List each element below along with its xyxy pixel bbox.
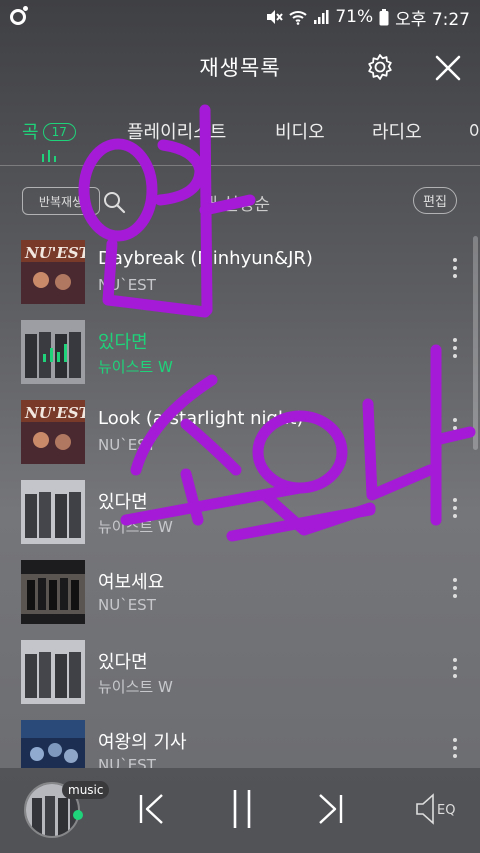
music-tag: music [62, 781, 110, 799]
tab-radio[interactable]: 라디오 [372, 118, 422, 144]
clock: 오후 7:27 [395, 9, 470, 30]
mute-icon [265, 9, 284, 25]
list-item[interactable]: NU'EST Look (a starlight night) NU`EST [0, 390, 480, 470]
repeat-button[interactable]: 반복재생 [22, 187, 100, 215]
battery-percent: 71% [335, 7, 374, 27]
battery-icon [379, 8, 389, 26]
song-title: 있다면 [98, 332, 148, 353]
song-artist: NU`EST [98, 756, 156, 768]
list-item[interactable]: 여왕의 기사 NU`EST [0, 710, 480, 768]
app-notification-icon [10, 6, 28, 25]
eq-label: EQ [437, 803, 455, 818]
song-artist: NU`EST [98, 276, 156, 294]
song-title: Look (a starlight night) [98, 408, 304, 429]
song-artist: NU`EST [98, 596, 156, 614]
tab-videos[interactable]: 비디오 [275, 118, 325, 144]
more-options-icon[interactable] [450, 498, 460, 522]
pause-button[interactable] [228, 788, 256, 830]
next-button[interactable] [316, 792, 344, 826]
album-art [21, 560, 85, 624]
now-playing-icon [43, 344, 67, 362]
active-tab-indicator [42, 150, 56, 162]
tab-more[interactable]: 아 [469, 118, 480, 144]
song-artist: 뉴이스트 W [98, 518, 173, 536]
wifi-icon [289, 9, 308, 25]
equalizer-button[interactable]: EQ [415, 792, 459, 826]
more-options-icon[interactable] [450, 338, 460, 362]
song-title: 있다면 [98, 652, 148, 673]
svg-text:NU'EST: NU'EST [24, 404, 85, 422]
list-item[interactable]: 있다면 뉴이스트 W [0, 630, 480, 710]
song-title: Daybreak (Minhyun&JR) [98, 248, 313, 269]
page-title: 재생목록 [199, 56, 281, 80]
album-art [21, 640, 85, 704]
search-icon[interactable] [102, 190, 126, 214]
list-item[interactable]: 여보세요 NU`EST [0, 550, 480, 630]
tab-playlists[interactable]: 플레이리스트 [127, 118, 226, 144]
list-item[interactable]: NU'EST Daybreak (Minhyun&JR) NU`EST [0, 230, 480, 310]
album-art [21, 720, 85, 768]
tab-bar: 곡 17 플레이리스트 비디오 라디오 아 [0, 100, 480, 166]
song-artist: NU`EST [98, 436, 156, 454]
album-art: NU'EST [21, 400, 85, 464]
list-item[interactable]: 있다면 뉴이스트 W [0, 310, 480, 390]
song-list: NU'EST Daybreak (Minhyun&JR) NU`EST 있다면 … [0, 230, 480, 768]
album-art: NU'EST [21, 240, 85, 304]
list-toolbar: 반복재생 내 설정순 편집 [0, 180, 480, 224]
svg-text:NU'EST: NU'EST [24, 244, 85, 262]
playing-indicator [73, 810, 83, 820]
previous-button[interactable] [138, 792, 166, 826]
album-art [21, 480, 85, 544]
song-title: 여왕의 기사 [98, 732, 187, 753]
close-icon[interactable] [432, 52, 464, 84]
more-options-icon[interactable] [450, 658, 460, 682]
signal-icon [313, 9, 329, 25]
header: 재생목록 [0, 34, 480, 100]
status-bar: 71% 오후 7:27 [0, 0, 480, 34]
tab-songs-label: 곡 [22, 122, 39, 143]
edit-button[interactable]: 편집 [413, 187, 457, 214]
song-count-badge: 17 [42, 123, 76, 141]
scrollbar[interactable] [473, 236, 478, 450]
song-title: 여보세요 [98, 572, 165, 593]
more-options-icon[interactable] [450, 578, 460, 602]
more-options-icon[interactable] [450, 738, 460, 762]
gear-icon[interactable] [365, 52, 395, 82]
sort-order-label[interactable]: 내 설정순 [202, 190, 270, 215]
more-options-icon[interactable] [450, 418, 460, 442]
list-item[interactable]: 있다면 뉴이스트 W [0, 470, 480, 550]
mini-player: music EQ [0, 768, 480, 853]
song-artist: 뉴이스트 W [98, 678, 173, 696]
more-options-icon[interactable] [450, 258, 460, 282]
song-artist: 뉴이스트 W [98, 358, 173, 376]
tab-songs[interactable]: 곡 17 [22, 118, 76, 144]
song-title: 있다면 [98, 492, 148, 513]
status-indicators: 71% 오후 7:27 [265, 5, 470, 30]
